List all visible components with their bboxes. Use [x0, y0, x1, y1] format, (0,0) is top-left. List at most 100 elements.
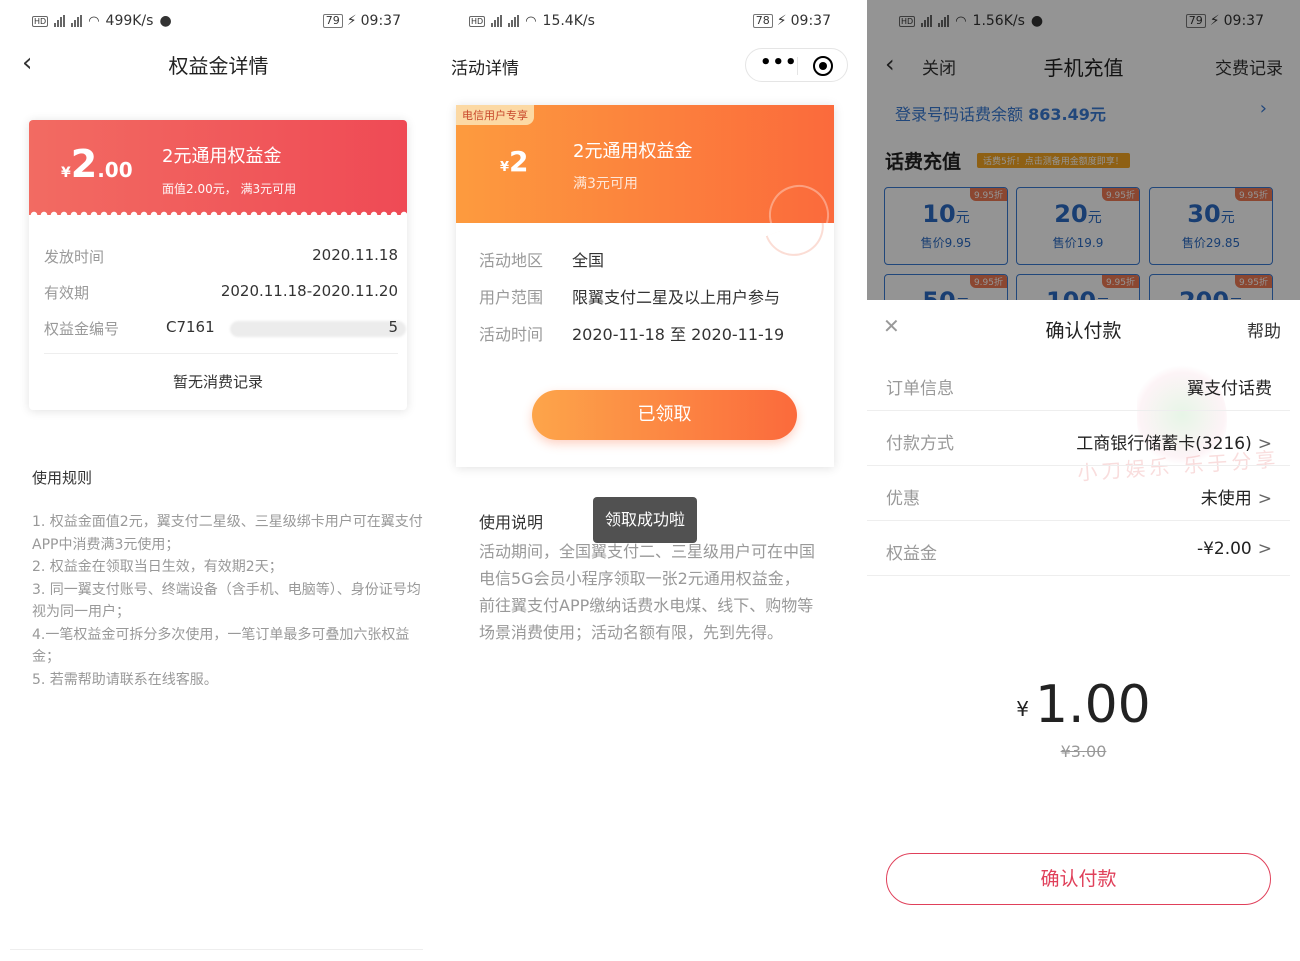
nav-bar: ‹ 权益金详情 — [0, 44, 437, 84]
no-records-text: 暂无消费记录 — [172, 373, 263, 391]
clock: 09:37 — [360, 13, 401, 29]
description-text: 活动期间，全国翼支付二、三星级用户可在中国电信5G会员小程序领取一张2元通用权益… — [479, 542, 816, 642]
row-label: 订单信息 — [886, 379, 954, 399]
mini-program-capsule: ••• — [745, 48, 848, 82]
coupon-header: ¥2.00 2元通用权益金 面值2.00元， 满3元可用 — [29, 120, 407, 219]
coupon-card: ¥2.00 2元通用权益金 面值2.00元， 满3元可用 发放时间 2020.1… — [29, 120, 407, 410]
discount-row[interactable]: 优惠 未使用 > — [867, 466, 1290, 521]
recharge-page-background: HD ◠ 1.56K/s ● 79 ⚡ 09:37 ‹ 关闭 手机充值 交费记录… — [867, 0, 1300, 352]
nav-bar: 活动详情 ••• — [437, 44, 867, 88]
modal-overlay[interactable] — [867, 0, 1300, 300]
confirm-payment-button[interactable]: 确认付款 — [886, 853, 1271, 905]
row-value: 翼支付话费 — [1187, 374, 1272, 399]
info-label: 活动时间 — [479, 325, 544, 344]
row-value-text: 未使用 — [1200, 489, 1252, 509]
rules-list: 1. 权益金面值2元，翼支付二星级、三星级绑卡用户可在翼支付APP中消费满3元使… — [32, 511, 428, 691]
amount-int: 2 — [509, 145, 529, 178]
amount-value: 1.00 — [1034, 675, 1151, 735]
wifi-icon: ◠ — [525, 13, 537, 29]
divider — [797, 57, 798, 75]
row-value-text: 翼支付话费 — [1187, 379, 1272, 399]
exclusive-tag: 电信用户专享 — [456, 105, 534, 125]
panel-confirm-payment: HD ◠ 1.56K/s ● 79 ⚡ 09:37 ‹ 关闭 手机充值 交费记录… — [867, 0, 1300, 961]
coupon-code: C7161 — [166, 318, 215, 336]
coupon-amount: ¥2 — [500, 145, 529, 178]
blurred-region — [230, 321, 406, 337]
clock: 09:37 — [790, 13, 831, 29]
info-row: 权益金编号 C7161 5 — [44, 316, 406, 352]
info-value: 2020-11-18 至 2020-11-19 — [572, 325, 785, 344]
signal-icon — [54, 15, 66, 27]
payment-amount: ¥1.00 — [867, 675, 1300, 735]
row-value: -¥2.00 > — [1197, 539, 1272, 559]
rule-item: 3. 同一翼支付账号、终端设备（含手机、电脑等）、身份证号均视为同一用户； — [32, 581, 421, 621]
rule-item: 2. 权益金在领取当日生效，有效期2天； — [32, 559, 283, 575]
sheet-title: 确认付款 — [1045, 320, 1122, 342]
signal-icon-2 — [71, 15, 83, 27]
signal-icon — [491, 15, 503, 27]
payment-method-row[interactable]: 付款方式 工商银行储蓄卡(3216) > — [867, 411, 1290, 466]
net-speed: 15.4K/s — [542, 13, 595, 29]
coupon-name: 2元通用权益金 — [162, 146, 282, 167]
description-title: 使用说明 — [479, 513, 544, 532]
panel-coupon-detail: HD ◠ 499K/s ● 79 ⚡ 09:37 ‹ 权益金详情 ¥2.00 2… — [0, 0, 437, 961]
amount-int: 2 — [70, 142, 98, 186]
info-value: 2020.11.18 — [312, 246, 398, 264]
coupon-code-tail: 5 — [388, 318, 398, 336]
info-row: 用户范围 限翼支付二星及以上用户参与 — [479, 282, 824, 319]
info-value: 2020.11.18-2020.11.20 — [220, 282, 398, 300]
currency-symbol: ¥ — [500, 160, 510, 175]
wifi-icon: ◠ — [88, 13, 100, 29]
status-bar: HD ◠ 15.4K/s 78 ⚡ 09:37 — [437, 0, 867, 44]
row-label: 权益金 — [886, 544, 937, 564]
coupon-subtitle: 满3元可用 — [573, 176, 638, 192]
page-title: 活动详情 — [451, 59, 519, 79]
rule-item: 1. 权益金面值2元，翼支付二星级、三星级绑卡用户可在翼支付APP中消费满3元使… — [32, 514, 423, 553]
info-label: 活动地区 — [479, 251, 544, 270]
charging-icon: ⚡ — [776, 13, 787, 29]
chat-icon: ● — [159, 13, 172, 29]
info-label: 权益金编号 — [44, 320, 120, 338]
close-target-icon[interactable] — [813, 56, 833, 76]
more-icon[interactable]: ••• — [760, 52, 798, 73]
order-info-row: 订单信息 翼支付话费 — [867, 356, 1290, 411]
confirm-payment-sheet: 小刀娱乐 乐于分享 ✕ 确认付款 帮助 订单信息 翼支付话费 付款方式 工商银行… — [867, 300, 1300, 961]
info-row: 活动地区 全国 — [479, 245, 824, 282]
info-label: 有效期 — [44, 284, 90, 302]
coupon-name: 2元通用权益金 — [573, 141, 693, 162]
charging-icon: ⚡ — [346, 13, 357, 29]
battery-icon: 79 — [322, 14, 343, 28]
original-price: ¥3.00 — [1060, 742, 1107, 761]
row-value: 工商银行储蓄卡(3216) > — [1076, 429, 1272, 454]
info-row: 有效期 2020.11.18-2020.11.20 — [44, 280, 398, 316]
amount-dec: .00 — [97, 158, 133, 182]
success-toast: 领取成功啦 — [593, 497, 698, 543]
row-value: 未使用 > — [1201, 484, 1272, 509]
panel-activity-detail: HD ◠ 15.4K/s 78 ⚡ 09:37 活动详情 ••• 电信用户专享 … — [437, 0, 867, 961]
hd-icon: HD — [32, 15, 49, 27]
help-link[interactable]: 帮助 — [1247, 317, 1281, 342]
row-value-text: 工商银行储蓄卡(3216) — [1076, 434, 1252, 454]
net-speed: 499K/s — [105, 13, 154, 29]
rules-title: 使用规则 — [32, 469, 93, 487]
coupon-info-list: 发放时间 2020.11.18 有效期 2020.11.18-2020.11.2… — [44, 244, 406, 352]
hd-icon: HD — [469, 15, 486, 27]
info-value: 全国 — [572, 251, 605, 270]
coupon-row[interactable]: 权益金 -¥2.00 > — [867, 521, 1290, 576]
claimed-button[interactable]: 已领取 — [532, 390, 797, 440]
info-row: 活动时间 2020-11-18 至 2020-11-19 — [479, 319, 824, 356]
row-label: 优惠 — [886, 489, 920, 509]
page-title: 权益金详情 — [168, 54, 269, 78]
coupon-subtitle: 面值2.00元， 满3元可用 — [162, 182, 297, 196]
activity-info-list: 活动地区 全国 用户范围 限翼支付二星及以上用户参与 活动时间 2020-11-… — [479, 245, 824, 356]
info-label: 发放时间 — [44, 248, 105, 266]
info-row: 发放时间 2020.11.18 — [44, 244, 398, 280]
divider — [10, 949, 423, 950]
rule-item: 5. 若需帮助请联系在线客服。 — [32, 671, 218, 688]
row-label: 付款方式 — [886, 434, 954, 454]
info-label: 用户范围 — [479, 288, 544, 307]
rule-item: 4.一笔权益金可拆分多次使用，一笔订单最多可叠加六张权益金； — [32, 626, 410, 666]
battery-icon: 78 — [752, 14, 773, 28]
divider — [44, 353, 398, 354]
info-value: 限翼支付二星及以上用户参与 — [572, 288, 781, 307]
